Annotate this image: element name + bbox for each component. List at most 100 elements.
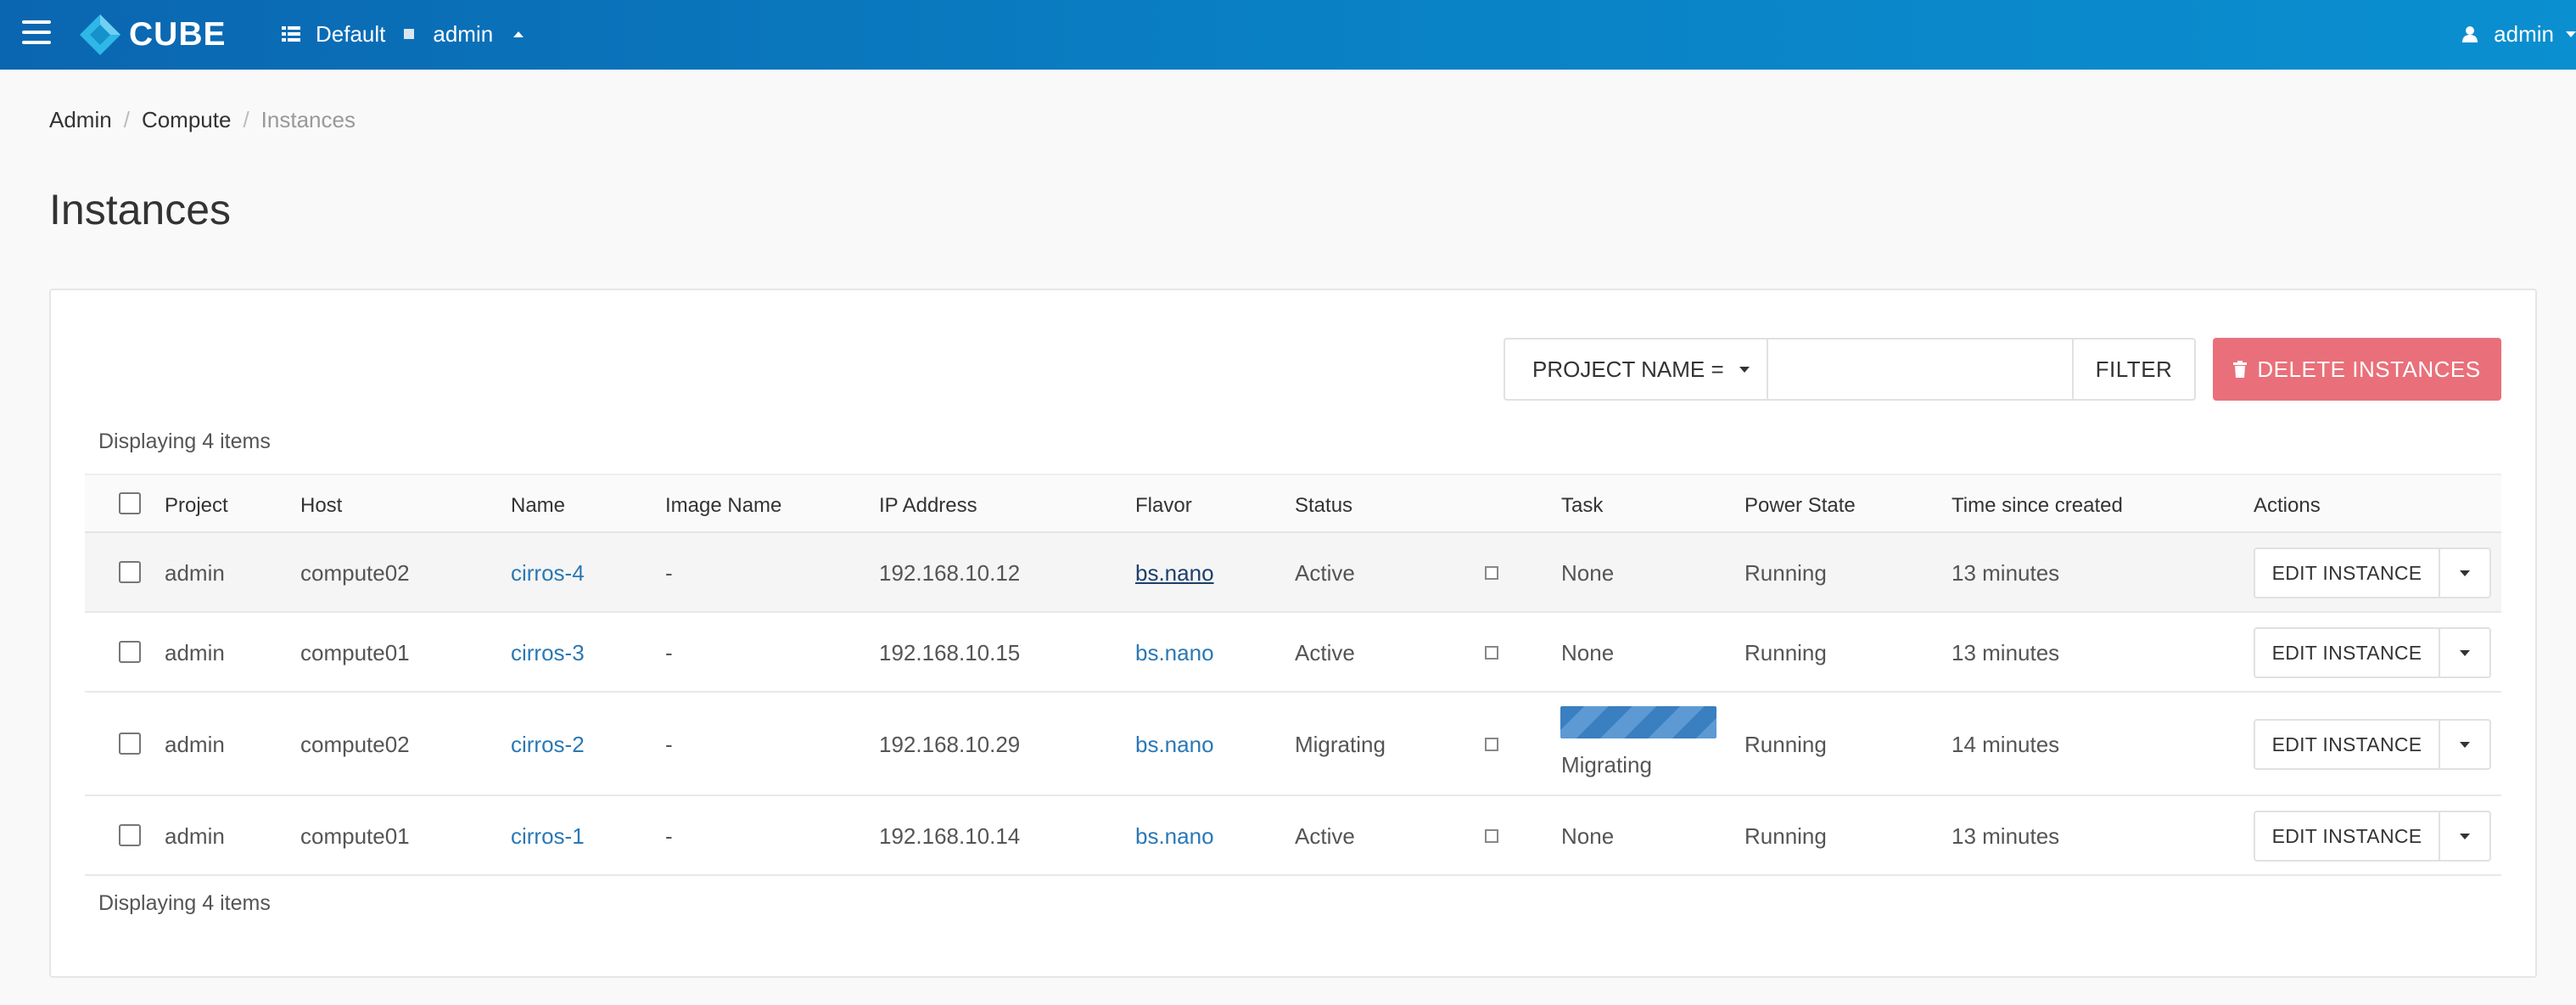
user-name: admin [2494,20,2554,47]
cell-time-since-created: 13 minutes [1952,560,2060,586]
row-checkbox[interactable] [119,641,141,663]
cell-power-state: Running [1744,823,1827,849]
brand-logo[interactable]: CUBE [78,8,227,61]
cell-image-name: - [665,560,673,586]
edit-instance-button[interactable]: EDIT INSTANCE [2254,811,2440,862]
header-ip-address[interactable]: IP Address [879,494,977,518]
cell-image-name: - [665,640,673,665]
cell-host: compute02 [300,732,410,757]
header-power-state[interactable]: Power State [1744,494,1856,518]
row-actions: EDIT INSTANCE [2254,627,2491,678]
table-row: admin compute02 cirros-2 - 192.168.10.29… [85,693,2501,796]
status-square-icon [1485,566,1498,580]
row-checkbox[interactable] [119,561,141,583]
breadcrumb-separator: / [243,107,249,132]
breadcrumb-current: Instances [260,107,356,132]
instance-name-link[interactable]: cirros-2 [511,732,585,758]
cell-power-state: Running [1744,732,1827,757]
cell-power-state: Running [1744,640,1827,665]
edit-instance-button[interactable]: EDIT INSTANCE [2254,627,2440,678]
cell-ip-address: 192.168.10.14 [879,823,1021,849]
table-row: admin compute01 cirros-1 - 192.168.10.14… [85,796,2501,876]
filter-field-label: PROJECT NAME = [1532,356,1724,382]
cell-time-since-created: 14 minutes [1952,732,2060,757]
cell-ip-address: 192.168.10.15 [879,640,1021,665]
instance-name-link[interactable]: cirros-4 [511,560,585,587]
breadcrumb-compute[interactable]: Compute [142,107,232,133]
select-all-checkbox[interactable] [119,492,141,514]
trash-icon [2233,361,2248,378]
header-name[interactable]: Name [511,494,565,518]
domain-name: Default [316,20,386,47]
row-checkbox[interactable] [119,824,141,846]
cell-task: None [1561,560,1615,586]
user-menu[interactable]: admin [2461,17,2576,51]
flavor-link[interactable]: bs.nano [1135,732,1214,758]
flavor-link[interactable]: bs.nano [1135,823,1214,850]
header-actions: Actions [2254,494,2321,517]
project-name: admin [433,20,494,47]
cell-image-name: - [665,823,673,849]
cell-time-since-created: 13 minutes [1952,823,2060,849]
cell-project: admin [165,640,225,665]
header-flavor[interactable]: Flavor [1135,494,1192,518]
row-actions: EDIT INSTANCE [2254,811,2491,862]
filter-input[interactable] [1768,338,2072,401]
header-task[interactable]: Task [1561,494,1603,518]
status-square-icon [1485,646,1498,660]
page-title: Instances [49,186,232,233]
cell-task: None [1561,823,1615,849]
header-status[interactable]: Status [1295,494,1352,518]
caret-down-icon [2566,31,2576,37]
project-context-selector[interactable]: Default admin [282,17,524,51]
cell-status: Active [1295,823,1355,849]
row-actions: EDIT INSTANCE [2254,547,2491,598]
cell-image-name: - [665,732,673,757]
actions-dropdown-toggle[interactable] [2440,811,2491,862]
caret-down-icon [1739,366,1750,373]
delete-instances-button[interactable]: DELETE INSTANCES [2213,338,2501,401]
filter-field-dropdown[interactable]: PROJECT NAME = [1504,338,1768,401]
list-icon [282,26,300,42]
instance-name-link[interactable]: cirros-1 [511,823,585,850]
status-square-icon [1485,829,1498,843]
status-square-icon [1485,738,1498,751]
breadcrumb-separator: / [123,107,130,132]
item-count-bottom: Displaying 4 items [98,891,271,915]
header-time-since-created[interactable]: Time since created [1952,494,2123,518]
menu-toggle-icon[interactable] [22,20,51,44]
header-host[interactable]: Host [300,494,342,518]
cube-logo-icon [80,14,120,55]
cell-host: compute01 [300,640,410,665]
actions-dropdown-toggle[interactable] [2440,627,2491,678]
table-row: admin compute02 cirros-4 - 192.168.10.12… [85,533,2501,613]
header-project[interactable]: Project [165,494,228,518]
cell-host: compute01 [300,823,410,849]
cell-task: Migrating [1561,752,1652,778]
header-image-name[interactable]: Image Name [665,494,781,518]
project-square-icon [404,29,415,39]
cell-project: admin [165,560,225,586]
cell-project: admin [165,823,225,849]
instance-name-link[interactable]: cirros-3 [511,640,585,666]
caret-down-icon [2460,833,2470,839]
cell-status: Active [1295,640,1355,665]
instances-table: Project Host Name Image Name IP Address … [85,474,2501,876]
edit-instance-button[interactable]: EDIT INSTANCE [2254,547,2440,598]
flavor-link[interactable]: bs.nano [1135,640,1214,666]
item-count-top: Displaying 4 items [98,430,271,453]
actions-dropdown-toggle[interactable] [2440,719,2491,770]
delete-instances-label: DELETE INSTANCES [2257,356,2481,382]
top-navbar: CUBE Default admin admin [0,0,2576,70]
filter-button[interactable]: FILTER [2072,338,2196,401]
actions-dropdown-toggle[interactable] [2440,547,2491,598]
table-header: Project Host Name Image Name IP Address … [85,474,2501,533]
edit-instance-button[interactable]: EDIT INSTANCE [2254,719,2440,770]
cell-ip-address: 192.168.10.29 [879,732,1021,757]
flavor-link[interactable]: bs.nano [1135,560,1214,587]
breadcrumb-admin[interactable]: Admin [49,107,112,133]
filter-bar: PROJECT NAME = FILTER [1504,338,2196,401]
row-checkbox[interactable] [119,733,141,755]
breadcrumb: Admin / Compute / Instances [49,107,356,133]
cell-ip-address: 192.168.10.12 [879,560,1021,586]
